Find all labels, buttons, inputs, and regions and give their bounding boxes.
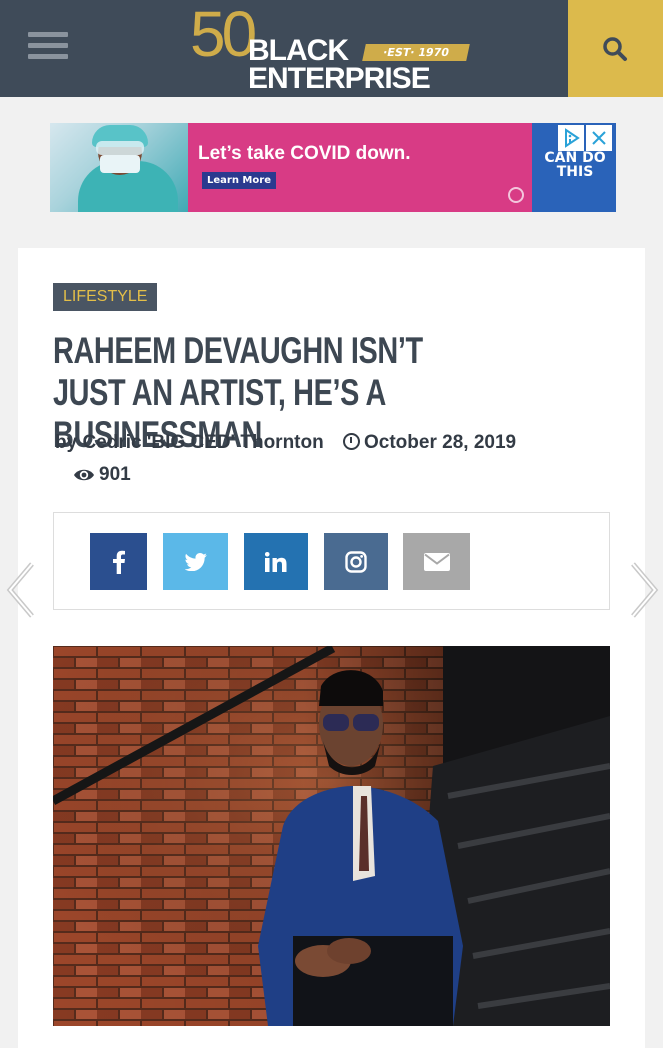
share-linkedin-button[interactable] bbox=[244, 533, 308, 590]
article-hero-image bbox=[53, 646, 610, 1026]
search-icon bbox=[603, 37, 627, 61]
ad-close-icon[interactable] bbox=[586, 125, 612, 151]
clock-icon bbox=[343, 433, 360, 450]
linkedin-icon bbox=[265, 551, 287, 572]
email-icon bbox=[423, 552, 450, 571]
prev-arrow-button[interactable] bbox=[4, 560, 38, 620]
search-button[interactable] bbox=[568, 0, 663, 97]
hero-photo-art bbox=[53, 646, 610, 1026]
ad-banner[interactable]: Let’s take COVID down. Learn More CAN DO… bbox=[50, 123, 616, 212]
share-facebook-button[interactable] bbox=[90, 533, 147, 590]
share-bar bbox=[53, 512, 610, 610]
facebook-icon bbox=[112, 550, 125, 574]
share-twitter-button[interactable] bbox=[163, 533, 228, 590]
view-count-value: 901 bbox=[99, 464, 131, 485]
site-logo[interactable]: 50 BLACK ·EST· 1970 ENTERPRISE bbox=[190, 0, 480, 95]
ad-learn-more-button[interactable]: Learn More bbox=[202, 172, 276, 189]
article-date: October 28, 2019 bbox=[364, 432, 517, 453]
author-byline[interactable]: by Cedric 'BIG CED' Thornton bbox=[55, 432, 324, 453]
cdc-logo-icon bbox=[508, 187, 524, 203]
eye-icon bbox=[74, 469, 94, 481]
twitter-icon bbox=[184, 552, 207, 571]
view-count: 901 bbox=[73, 464, 131, 486]
adchoices-icon[interactable] bbox=[558, 125, 584, 151]
logo-est-badge: ·EST· 1970 bbox=[362, 44, 470, 61]
menu-icon[interactable] bbox=[28, 32, 68, 64]
article-card: LIFESTYLE RAHEEM DEVAUGHN ISN’T JUST AN … bbox=[18, 248, 645, 1048]
article-meta: by Cedric 'BIG CED' Thornton October 28,… bbox=[55, 431, 516, 454]
category-badge[interactable]: LIFESTYLE bbox=[53, 283, 158, 311]
logo-fifty: 50 bbox=[190, 0, 257, 70]
ad-side-text: CAN DO THIS bbox=[544, 150, 606, 180]
next-arrow-button[interactable] bbox=[627, 560, 661, 620]
ad-photo bbox=[50, 123, 188, 212]
share-instagram-button[interactable] bbox=[324, 533, 388, 590]
chevron-left-icon bbox=[6, 562, 34, 618]
ad-headline: Let’s take COVID down. bbox=[198, 143, 411, 164]
chevron-right-icon bbox=[631, 562, 659, 618]
site-header: 50 BLACK ·EST· 1970 ENTERPRISE bbox=[0, 0, 663, 97]
logo-enterprise: ENTERPRISE bbox=[248, 62, 431, 95]
share-email-button[interactable] bbox=[403, 533, 470, 590]
instagram-icon bbox=[345, 550, 367, 573]
